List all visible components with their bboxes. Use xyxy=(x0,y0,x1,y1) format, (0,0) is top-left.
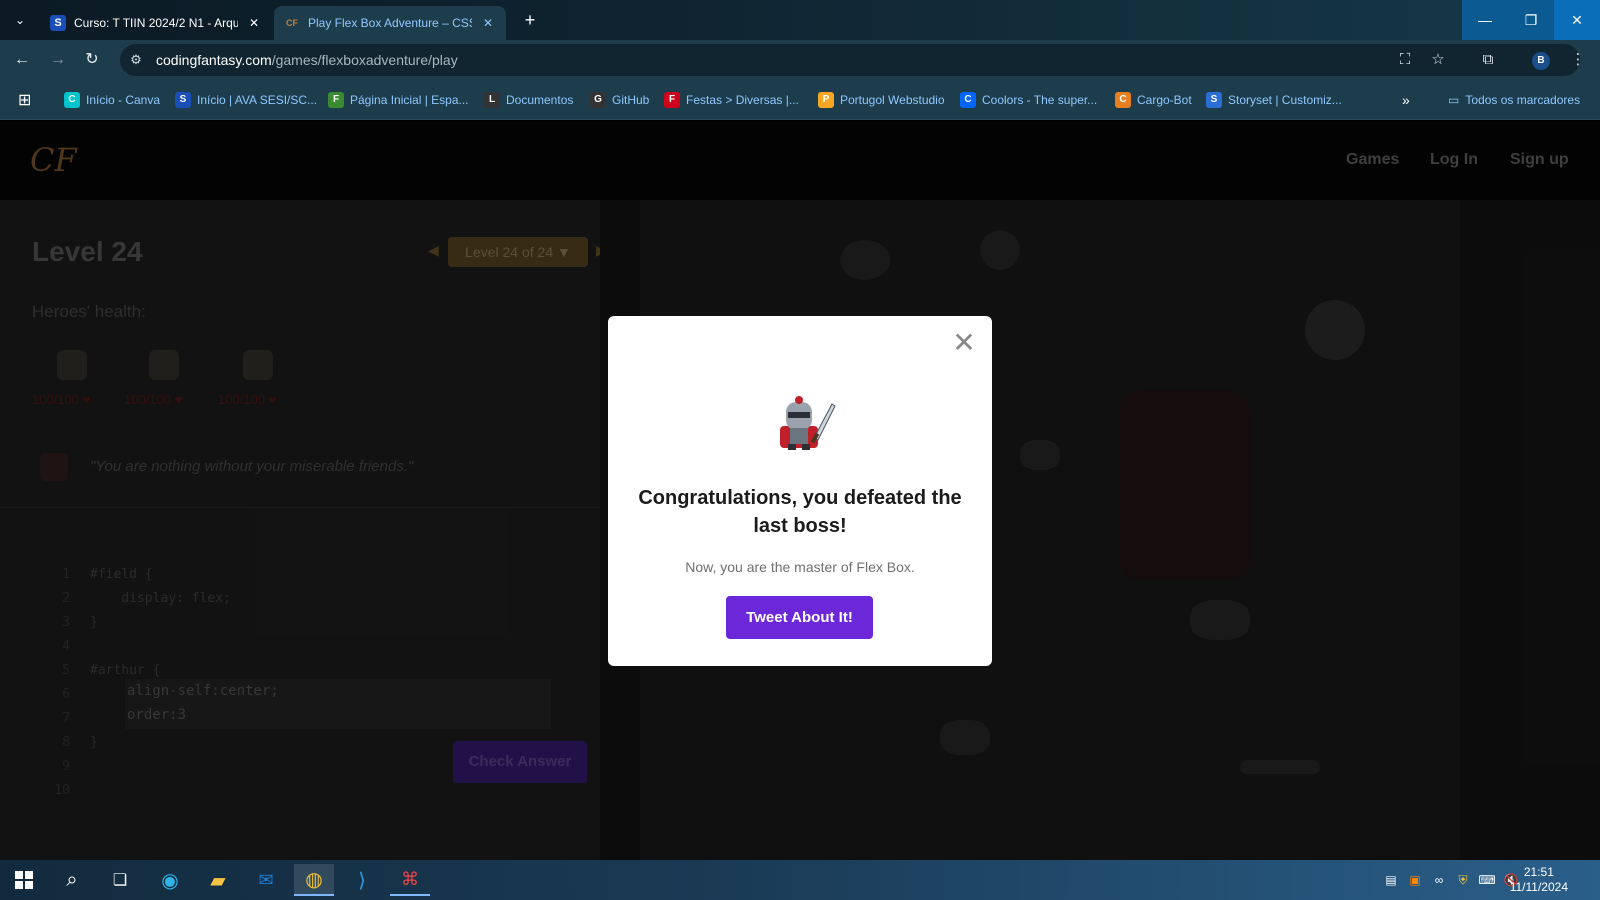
address-bar[interactable]: ⚙ codingfantasy.com/games/flexboxadventu… xyxy=(120,44,1580,76)
festas-icon: F xyxy=(664,92,680,108)
new-tab-plus-icon[interactable]: + xyxy=(519,9,541,31)
chrome-icon[interactable]: ◍ xyxy=(294,864,334,896)
window-close-icon[interactable]: ✕ xyxy=(1554,0,1600,40)
bookmark-star-icon[interactable]: ☆ xyxy=(1426,48,1450,72)
bookmark-documentos[interactable]: L Documentos xyxy=(484,90,573,110)
profile-avatar[interactable]: B xyxy=(1532,52,1550,70)
github-icon: G xyxy=(590,92,606,108)
bookmark-canva[interactable]: C Início - Canva xyxy=(64,90,160,110)
all-bookmarks-folder[interactable]: ▭ Todos os marcadores xyxy=(1448,90,1580,110)
extensions-puzzle-icon[interactable]: ⧉ xyxy=(1476,48,1500,72)
task-view-icon[interactable]: ❏ xyxy=(100,864,140,896)
bookmark-storyset[interactable]: S Storyset | Customiz... xyxy=(1206,90,1342,110)
coolors-icon: C xyxy=(960,92,976,108)
page-content: CF Games Log In Sign up Level 24 ◀ Level… xyxy=(0,121,1600,860)
security-shield-icon[interactable]: ⛨ xyxy=(1454,871,1472,889)
tab-course[interactable]: S Curso: T TIIN 2024/2 N1 - Arqui ✕ xyxy=(40,6,272,40)
tray-app-icon[interactable]: ▤ xyxy=(1382,871,1400,889)
windows-taskbar: ⌕ ❏ ◉ ▰ ✉ ◍ ⟩ ⌘ ▤ ▣ ∞ ⛨ ⌨ 🔇 21:51 11/11/… xyxy=(0,860,1600,900)
tray-link-icon[interactable]: ∞ xyxy=(1430,871,1448,889)
tray-app-icon[interactable]: ▣ xyxy=(1406,871,1424,889)
clock-date: 11/11/2024 xyxy=(1509,880,1568,894)
documents-icon: L xyxy=(484,92,500,108)
storyset-icon: S xyxy=(1206,92,1222,108)
windows-start-icon[interactable] xyxy=(4,864,44,896)
bookmark-coolors[interactable]: C Coolors - The super... xyxy=(960,90,1097,110)
page-icon: F xyxy=(328,92,344,108)
bookmark-pagina-inicial[interactable]: F Página Inicial | Espa... xyxy=(328,90,469,110)
close-modal-icon[interactable]: ✕ xyxy=(952,329,976,357)
app-icon[interactable]: ⌘ xyxy=(390,864,430,896)
apps-grid-icon[interactable]: ⊞ xyxy=(18,90,31,110)
vscode-icon[interactable]: ⟩ xyxy=(342,864,382,896)
outlook-icon[interactable]: ✉ xyxy=(246,864,286,896)
bookmark-ava-sesi[interactable]: S Início | AVA SESI/SC... xyxy=(175,90,317,110)
restore-icon[interactable]: ❐ xyxy=(1508,0,1554,40)
url-text: codingfantasy.com/games/flexboxadventure… xyxy=(156,52,458,68)
clock-time: 21:51 xyxy=(1523,865,1554,879)
search-icon[interactable]: ⌕ xyxy=(52,864,92,896)
menu-kebab-icon[interactable]: ⋮ xyxy=(1566,48,1590,72)
cargo-bot-icon: C xyxy=(1115,92,1131,108)
more-bookmarks-chevron-icon[interactable]: » xyxy=(1402,90,1410,110)
bookmark-festas[interactable]: F Festas > Diversas |... xyxy=(664,90,799,110)
codingfantasy-favicon-icon: CF xyxy=(286,18,298,28)
network-icon[interactable]: ⌨ xyxy=(1478,871,1496,889)
victory-modal: ✕ Congratulations, you defeated the last… xyxy=(608,316,992,666)
close-tab-icon[interactable]: ✕ xyxy=(480,16,496,30)
portugol-bulb-icon: P xyxy=(818,92,834,108)
sesi-icon: S xyxy=(175,92,191,108)
bookmark-github[interactable]: G GitHub xyxy=(590,90,649,110)
translate-icon[interactable]: ⛶ xyxy=(1393,48,1417,72)
sesi-favicon-icon: S xyxy=(50,15,66,31)
tweet-button[interactable]: Tweet About It! xyxy=(726,596,873,639)
modal-subtitle: Now, you are the master of Flex Box. xyxy=(685,559,915,575)
tab-title: Play Flex Box Adventure – CSS G xyxy=(308,16,472,30)
bookmarks-bar: ⊞ C Início - Canva S Início | AVA SESI/SC.… xyxy=(0,80,1600,120)
tab-flexbox-adventure[interactable]: CF Play Flex Box Adventure – CSS G ✕ xyxy=(274,6,506,40)
bookmark-cargo-bot[interactable]: C Cargo-Bot xyxy=(1115,90,1192,110)
canva-icon: C xyxy=(64,92,80,108)
file-explorer-icon[interactable]: ▰ xyxy=(198,864,238,896)
bookmark-portugol[interactable]: P Portugol Webstudio xyxy=(818,90,945,110)
edge-icon[interactable]: ◉ xyxy=(150,864,190,896)
modal-title: Congratulations, you defeated the last b… xyxy=(638,487,962,537)
browser-tab-bar: ⌄ S Curso: T TIIN 2024/2 N1 - Arqui ✕ CF… xyxy=(0,0,1600,40)
reload-icon[interactable]: ↻ xyxy=(80,48,104,72)
knight-sword-icon xyxy=(780,396,836,450)
forward-arrow-icon[interactable]: → xyxy=(46,48,70,72)
browser-toolbar: ← → ↻ ⚙ codingfantasy.com/games/flexboxa… xyxy=(0,40,1600,80)
system-clock[interactable]: 21:51 11/11/2024 xyxy=(1510,865,1568,895)
folder-icon: ▭ xyxy=(1448,93,1460,107)
site-settings-icon[interactable]: ⚙ xyxy=(126,50,146,70)
tab-search-chevron-icon[interactable]: ⌄ xyxy=(8,8,32,32)
tab-title: Curso: T TIIN 2024/2 N1 - Arqui xyxy=(74,16,238,30)
minimize-icon[interactable]: — xyxy=(1462,0,1508,40)
back-arrow-icon[interactable]: ← xyxy=(10,48,34,72)
close-tab-icon[interactable]: ✕ xyxy=(246,16,262,30)
